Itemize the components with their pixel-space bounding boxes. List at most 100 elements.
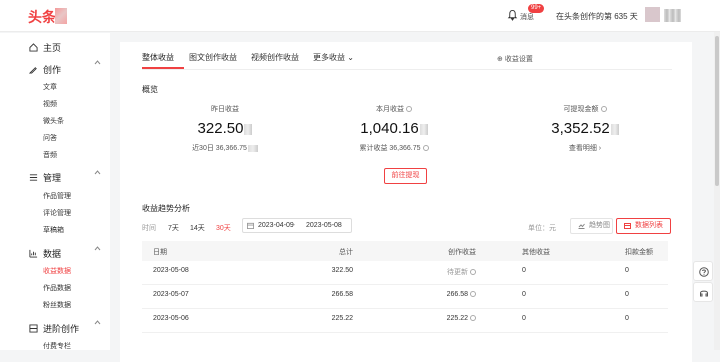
cell-other: 0 — [522, 267, 526, 274]
month-value-text: 1,040.16 — [360, 120, 419, 137]
chevron-up-icon[interactable] — [94, 246, 101, 251]
table-row: 2023-05-07 266.58 266.58 0 0 — [142, 285, 668, 309]
manage-icon — [29, 174, 38, 181]
tab-more-revenue[interactable]: 更多收益 ⌄ — [313, 52, 354, 63]
sidebar-section-create[interactable]: 创作 — [43, 63, 61, 76]
bell-icon[interactable] — [507, 9, 518, 21]
tab-article-revenue[interactable]: 图文创作收益 — [189, 52, 237, 63]
cell-creation: 待更新 — [447, 267, 476, 277]
feedback-float-button[interactable] — [693, 282, 713, 302]
range-30-days[interactable]: 30天 — [216, 223, 231, 233]
avatar[interactable] — [645, 7, 660, 22]
sidebar-item-revenue-data[interactable]: 收益数据 — [43, 266, 71, 276]
sidebar-item-qa[interactable]: 问答 — [43, 133, 57, 143]
trend-chart-label: 趋势图 — [589, 222, 610, 229]
question-icon — [699, 267, 709, 277]
sidebar-section-manage[interactable]: 管理 — [43, 171, 61, 184]
revenue-settings-link[interactable]: ⊕ 收益设置 — [497, 54, 533, 64]
revenue-table: 日期 总计 创作收益 其他收益 扣款金额 2023-05-08 322.50 待… — [142, 241, 668, 333]
sidebar-item-drafts[interactable]: 草稿箱 — [43, 225, 64, 235]
sidebar-item-micro[interactable]: 微头条 — [43, 116, 64, 126]
sidebar-item-video[interactable]: 视频 — [43, 99, 57, 109]
last30-text: 近30日 36,366.75 — [192, 145, 247, 152]
chart-icon — [578, 223, 585, 229]
view-details-text: 查看明细 — [568, 145, 597, 152]
tab-video-revenue[interactable]: 视频创作收益 — [251, 52, 299, 63]
messages-link[interactable]: 消息 — [520, 12, 534, 22]
total-revenue-sub: 累计收益 36,366.75 — [334, 143, 454, 153]
sidebar-item-works-data[interactable]: 作品数据 — [43, 283, 71, 293]
tab-more-label: 更多收益 — [313, 53, 345, 62]
pending-text: 待更新 — [447, 269, 468, 276]
date-range-picker[interactable]: 2023-04-09 - 2023-05-08 — [242, 218, 352, 233]
cell-deduction: 0 — [625, 291, 629, 298]
help-icon[interactable] — [422, 145, 429, 151]
help-icon[interactable] — [470, 315, 476, 321]
trend-title: 收益趋势分析 — [142, 204, 190, 213]
overview-title: 概览 — [142, 85, 158, 94]
column-deduction: 扣款金额 — [625, 249, 653, 256]
scrollbar-thumb[interactable] — [715, 36, 719, 186]
help-icon[interactable] — [470, 269, 476, 275]
data-icon — [29, 249, 38, 258]
month-revenue-label: 本月收益 — [334, 104, 454, 114]
main-panel: 整体收益 图文创作收益 视频创作收益 更多收益 ⌄ ⊕ 收益设置 概览 昨日收益… — [120, 42, 692, 362]
data-list-button[interactable]: 数据列表 — [616, 218, 671, 234]
help-icon[interactable] — [406, 106, 412, 112]
table-header: 日期 总计 创作收益 其他收益 扣款金额 — [142, 241, 668, 261]
tabs-divider — [142, 69, 672, 70]
creation-value: 225.22 — [446, 315, 468, 322]
top-bar: 头条 99+ 消息 在头条创作的第 635 天 — [0, 0, 720, 32]
sidebar-item-home[interactable]: 主页 — [43, 41, 61, 54]
cell-total: 266.58 — [331, 291, 353, 298]
column-creation: 创作收益 — [448, 249, 476, 256]
cell-total: 322.50 — [331, 267, 353, 274]
creator-days: 在头条创作的第 635 天 — [556, 12, 638, 21]
user-name[interactable] — [664, 9, 681, 22]
tab-overall-revenue[interactable]: 整体收益 — [142, 52, 174, 63]
sidebar-item-fans-data[interactable]: 粉丝数据 — [43, 300, 71, 310]
gear-icon: ⊕ — [497, 56, 503, 63]
sidebar-section-advanced[interactable]: 进阶创作 — [43, 322, 79, 335]
withdrawable-value: 3,352.52 — [525, 120, 645, 137]
blurred-digits — [419, 123, 428, 135]
advanced-icon — [29, 324, 38, 333]
sidebar-section-data[interactable]: 数据 — [43, 247, 61, 260]
range-14-days[interactable]: 14天 — [190, 223, 205, 233]
help-icon[interactable] — [600, 106, 607, 112]
sidebar-item-audio[interactable]: 音频 — [43, 150, 57, 160]
cell-date: 2023-05-06 — [153, 315, 189, 322]
help-icon[interactable] — [470, 291, 476, 297]
withdrawable-label: 可提现金额 — [525, 104, 645, 114]
chevron-up-icon[interactable] — [94, 60, 101, 65]
yesterday-revenue-value: 322.50 — [165, 120, 285, 137]
calendar-icon — [247, 222, 254, 229]
cell-deduction: 0 — [625, 267, 629, 274]
logo[interactable]: 头条 — [28, 7, 56, 27]
withdraw-button[interactable]: 前往提现 — [384, 168, 427, 184]
month-revenue-value: 1,040.16 — [334, 120, 454, 137]
data-list-label: 数据列表 — [635, 222, 663, 229]
cell-deduction: 0 — [625, 315, 629, 322]
cell-creation: 225.22 — [447, 315, 476, 322]
view-details-link[interactable]: 查看明细 › — [525, 143, 645, 153]
column-date: 日期 — [153, 249, 167, 256]
chevron-up-icon[interactable] — [94, 320, 101, 325]
date-end: 2023-05-08 — [306, 222, 342, 229]
cell-total: 225.22 — [331, 315, 353, 322]
blurred-digits — [244, 123, 253, 135]
creation-value: 266.58 — [446, 291, 468, 298]
chevron-up-icon[interactable] — [94, 170, 101, 175]
cell-other: 0 — [522, 291, 526, 298]
total-text: 累计收益 36,366.75 — [359, 145, 421, 152]
range-7-days[interactable]: 7天 — [168, 223, 179, 233]
chevron-right-icon: › — [598, 145, 602, 152]
help-float-button[interactable] — [693, 261, 713, 281]
settings-label: 收益设置 — [504, 56, 533, 63]
sidebar-item-works[interactable]: 作品管理 — [43, 191, 71, 201]
sidebar-item-comments[interactable]: 评论管理 — [43, 208, 71, 218]
yesterday-value-text: 322.50 — [197, 120, 244, 137]
sidebar-item-article[interactable]: 文章 — [43, 82, 57, 92]
trend-chart-button[interactable]: 趋势图 — [570, 218, 613, 234]
headset-icon — [700, 290, 708, 297]
